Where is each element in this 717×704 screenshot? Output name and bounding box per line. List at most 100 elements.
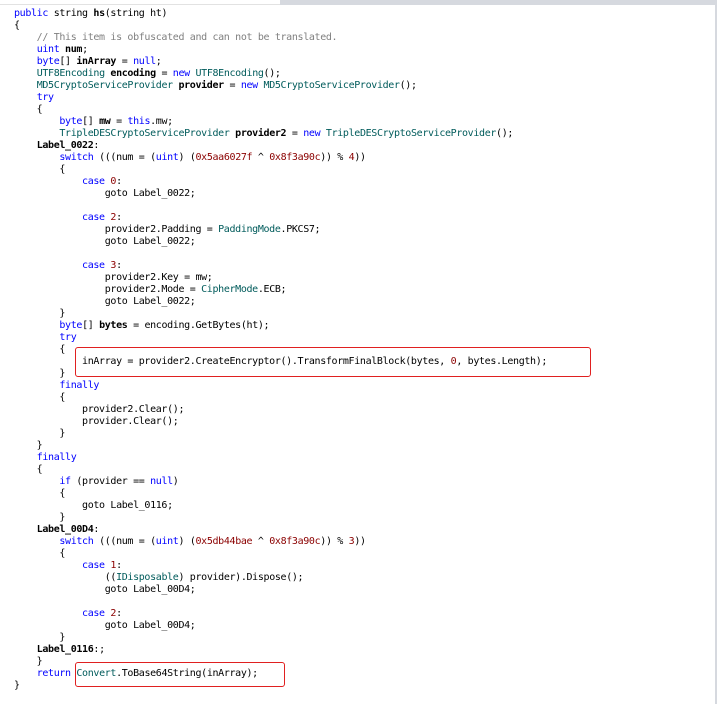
code-token: goto Label_00D4; [14, 620, 196, 631]
code-line: provider2.Clear(); [14, 404, 184, 416]
code-line: ((IDisposable) provider).Dispose(); [14, 572, 304, 584]
code-line: finally [14, 452, 77, 464]
code-token: goto Label_0022; [14, 188, 196, 199]
code-token: mw [99, 116, 111, 127]
code-token: encoding [110, 68, 156, 79]
code-line: goto Label_0022; [14, 188, 196, 200]
code-token: try [59, 332, 77, 343]
code-line: { [14, 464, 43, 476]
code-token: [] [82, 116, 100, 127]
code-token: goto Label_0116; [14, 500, 173, 511]
code-line: { [14, 20, 20, 32]
code-token: null [150, 476, 173, 487]
code-token: case [82, 212, 105, 223]
code-token: .PKCS7; [280, 224, 321, 235]
code-token: this [127, 116, 151, 127]
code-token: 0x5aa6027f [195, 152, 253, 163]
highlight-box-transform [75, 347, 591, 377]
code-token: : [116, 260, 122, 271]
top-bar [0, 0, 717, 5]
code-line: MD5CryptoServiceProvider provider = new … [14, 80, 417, 92]
code-token: .ECB; [257, 284, 287, 295]
code-line: case 0: [14, 176, 122, 188]
code-token: uint [36, 44, 60, 55]
code-token: hs [93, 8, 105, 19]
code-token: [] [82, 320, 100, 331]
code-line: finally [14, 380, 99, 392]
code-line: } [14, 368, 65, 380]
code-token: provider [178, 80, 224, 91]
code-token: uint [155, 152, 179, 163]
code-token: UTF8Encoding [195, 68, 264, 79]
code-line: } [14, 440, 43, 452]
code-token: goto Label_00D4; [14, 584, 196, 595]
code-token: UTF8Encoding [36, 68, 105, 79]
code-token: { [14, 20, 20, 31]
code-line: } [14, 680, 20, 692]
code-token: (( [14, 572, 117, 583]
code-token: = encoding.GetBytes(ht); [127, 320, 270, 331]
code-token: if [59, 476, 71, 487]
code-token: finally [59, 380, 100, 391]
code-token: : [93, 524, 100, 535]
code-token: ; [82, 44, 88, 55]
code-line: try [14, 92, 54, 104]
code-token: [] [59, 56, 77, 67]
code-line: case 2: [14, 212, 122, 224]
code-token: provider.Clear(); [14, 416, 179, 427]
code-token: } [14, 656, 43, 667]
code-token: } [14, 512, 66, 523]
code-line: public string hs(string ht) [14, 8, 167, 20]
code-token: byte [59, 320, 83, 331]
code-line: byte[] bytes = encoding.GetBytes(ht); [14, 320, 269, 332]
code-token: provider2.Key = mw; [14, 272, 213, 283]
code-token: new [240, 80, 258, 91]
code-token: : [116, 212, 122, 223]
code-line: provider2.Mode = CipherMode.ECB; [14, 284, 287, 296]
code-token: ) provider).Dispose(); [178, 572, 304, 583]
code-token: switch [59, 152, 94, 163]
code-token: (); [496, 128, 514, 139]
code-token: null [133, 56, 156, 67]
code-token: string [48, 8, 94, 19]
code-token: try [36, 92, 54, 103]
code-token: ^ [252, 152, 270, 163]
code-line: goto Label_0022; [14, 296, 196, 308]
code-token: { [14, 548, 66, 559]
code-token: (provider == [70, 476, 151, 487]
code-token: : [116, 608, 122, 619]
code-token: Label_00D4 [36, 524, 94, 535]
code-line: { [14, 488, 65, 500]
code-token: )) % [320, 152, 349, 163]
code-line: { [14, 392, 65, 404]
code-token: { [14, 344, 66, 355]
code-token: ) ( [178, 536, 196, 547]
code-token: :; [93, 644, 105, 655]
code-token: .mw; [150, 116, 173, 127]
code-token: : [116, 560, 122, 571]
code-line: switch (((num = (uint) (0x5db44bae ^ 0x8… [14, 536, 366, 548]
code-token: 0x8f3a90c [269, 536, 321, 547]
tab-strip-right [280, 0, 717, 5]
code-line: } [14, 512, 65, 524]
code-token: } [14, 368, 66, 379]
code-line: provider.Clear(); [14, 416, 179, 428]
code-token: (((num = ( [93, 152, 156, 163]
code-line: // This item is obfuscated and can not b… [14, 32, 338, 44]
code-line: case 1: [14, 560, 122, 572]
code-line: goto Label_0116; [14, 500, 173, 512]
code-line: goto Label_00D4; [14, 620, 196, 632]
code-line: Label_0116:; [14, 644, 105, 656]
code-token: PaddingMode [218, 224, 281, 235]
